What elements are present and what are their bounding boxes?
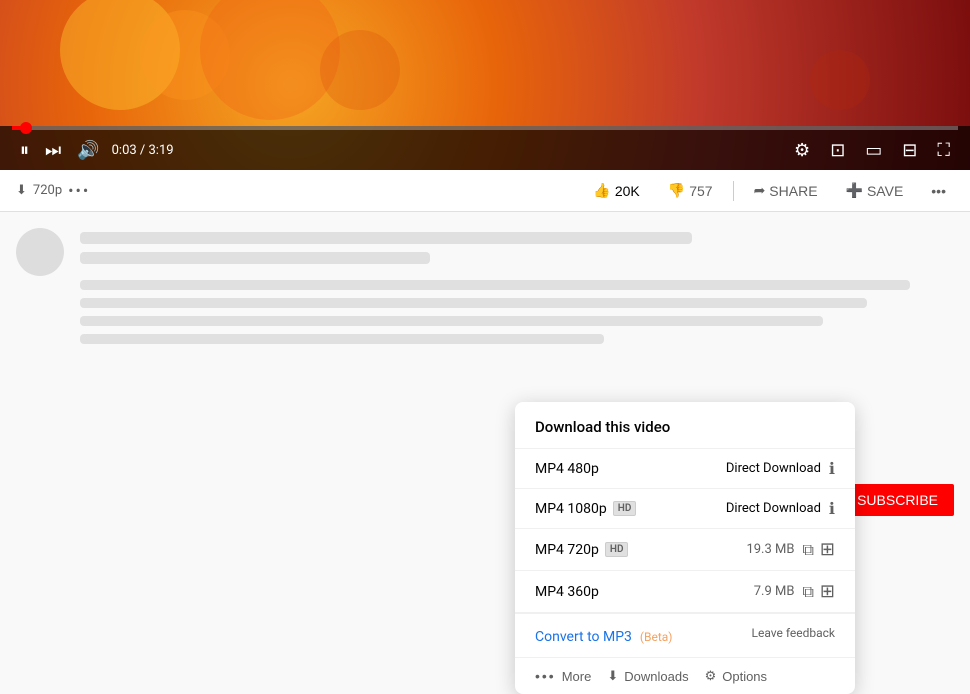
meta-right: 👍 20K 👎 757 ➦ SHARE ➕ SAVE •••	[585, 178, 954, 203]
share-icon: ➦	[754, 182, 766, 199]
quality-label: 720p	[33, 183, 62, 198]
save-button[interactable]: ➕ SAVE	[838, 178, 912, 203]
size-360p: 7.9 MB	[625, 584, 794, 599]
like-button[interactable]: 👍 20K	[585, 178, 647, 203]
dislike-count: 757	[689, 183, 712, 199]
format-720p: MP4 720p HD	[535, 542, 628, 558]
dislike-icon: 👎	[668, 182, 685, 199]
options-footer-label: Options	[722, 669, 767, 684]
dislike-button[interactable]: 👎 757	[660, 178, 721, 203]
meta-left: ⬇ 720p •••	[16, 181, 90, 200]
volume-button[interactable]: 🔊	[69, 136, 107, 165]
description-skeletons	[80, 280, 954, 344]
size-720p: 19.3 MB	[628, 542, 794, 557]
downloads-footer-label: Downloads	[624, 669, 688, 684]
content-area: SUBSCRIBE Download this video MP4 480p D…	[0, 212, 970, 360]
avatar	[16, 228, 64, 276]
qr-icon-360p[interactable]: ⊞	[820, 581, 835, 602]
controls-right: ⚙ ⊡ ▭ ⊟ ⛶	[786, 136, 958, 165]
time-display: 0:03 / 3:19	[112, 143, 174, 158]
cast-button[interactable]: ⊟	[894, 136, 925, 165]
format-360p: MP4 360p	[535, 584, 625, 600]
more-options-button[interactable]: •••	[923, 179, 954, 203]
miniplayer-button[interactable]: ⊡	[822, 136, 853, 165]
hd-badge-720p: HD	[605, 542, 629, 557]
progress-bar[interactable]	[12, 126, 958, 130]
channel-info	[80, 228, 954, 264]
downloads-footer-button[interactable]: ⬇ Downloads	[607, 668, 688, 684]
downloads-footer-icon: ⬇	[607, 668, 618, 684]
info-icon-1080p[interactable]: ℹ	[829, 499, 835, 518]
convert-section: Leave feedback Convert to MP3 (Beta)	[515, 613, 855, 657]
options-footer-button[interactable]: ⚙ Options	[705, 668, 767, 684]
convert-mp3-link[interactable]: Convert to MP3	[535, 629, 632, 645]
download-item-720p: MP4 720p HD 19.3 MB ⧉ ⊞	[515, 529, 855, 571]
copy-icon-360p[interactable]: ⧉	[802, 582, 813, 602]
fullscreen-button[interactable]: ⛶	[929, 136, 958, 165]
progress-dot	[20, 122, 32, 134]
share-button[interactable]: ➦ SHARE	[746, 178, 826, 203]
download-link-1080p[interactable]: Direct Download	[636, 501, 821, 516]
more-dots-icon: •••	[931, 183, 946, 199]
download-item-1080p: MP4 1080p HD Direct Download ℹ	[515, 489, 855, 529]
qr-icon-720p[interactable]: ⊞	[820, 539, 835, 560]
subscribe-button[interactable]: SUBSCRIBE	[841, 484, 954, 516]
format-480p: MP4 480p	[535, 461, 625, 477]
video-player: ⏸ ⏭ 🔊 0:03 / 3:19 ⚙ ⊡ ▭ ⊟ ⛶	[0, 0, 970, 170]
leave-feedback-link[interactable]: Leave feedback	[752, 626, 836, 640]
popup-title: Download this video	[515, 402, 855, 449]
info-icon-480p[interactable]: ℹ	[829, 459, 835, 478]
download-item-360p: MP4 360p 7.9 MB ⧉ ⊞	[515, 571, 855, 613]
desc-line-4	[80, 334, 604, 344]
theatre-button[interactable]: ▭	[857, 136, 890, 165]
channel-name-skeleton	[80, 232, 692, 244]
subscriber-count-skeleton	[80, 252, 430, 264]
play-pause-button[interactable]: ⏸	[12, 136, 37, 165]
save-label: SAVE	[867, 183, 903, 199]
download-item-480p: MP4 480p Direct Download ℹ	[515, 449, 855, 489]
settings-button[interactable]: ⚙	[786, 136, 818, 165]
separator	[733, 181, 734, 201]
desc-line-2	[80, 298, 867, 308]
more-footer-label: More	[562, 669, 592, 684]
video-meta-bar: ⬇ 720p ••• 👍 20K 👎 757 ➦ SHARE ➕ SAVE ••…	[0, 170, 970, 212]
more-footer-icon: •••	[535, 668, 556, 684]
bokeh-decoration	[810, 50, 870, 110]
bokeh-decoration	[320, 30, 400, 110]
controls-row: ⏸ ⏭ 🔊 0:03 / 3:19 ⚙ ⊡ ▭ ⊟ ⛶	[12, 130, 958, 170]
beta-label: (Beta)	[640, 630, 673, 644]
desc-line-1	[80, 280, 910, 290]
skip-button[interactable]: ⏭	[37, 136, 69, 165]
more-footer-button[interactable]: ••• More	[535, 668, 591, 684]
video-controls: ⏸ ⏭ 🔊 0:03 / 3:19 ⚙ ⊡ ▭ ⊟ ⛶	[0, 126, 970, 170]
download-link-480p[interactable]: Direct Download	[625, 461, 821, 476]
popup-footer: ••• More ⬇ Downloads ⚙ Options	[515, 657, 855, 694]
desc-line-3	[80, 316, 823, 326]
copy-icon-720p[interactable]: ⧉	[802, 540, 813, 560]
hd-badge-1080p: HD	[613, 501, 637, 516]
share-label: SHARE	[769, 183, 817, 199]
like-icon: 👍	[593, 182, 610, 199]
meta-more-dots[interactable]: •••	[68, 181, 90, 200]
bokeh-decoration	[200, 0, 340, 120]
video-info	[80, 228, 954, 344]
options-footer-icon: ⚙	[705, 668, 717, 684]
download-icon: ⬇	[16, 183, 27, 198]
save-icon: ➕	[846, 182, 863, 199]
like-count: 20K	[615, 183, 640, 199]
download-popup: Download this video MP4 480p Direct Down…	[515, 402, 855, 694]
format-1080p: MP4 1080p HD	[535, 501, 636, 517]
